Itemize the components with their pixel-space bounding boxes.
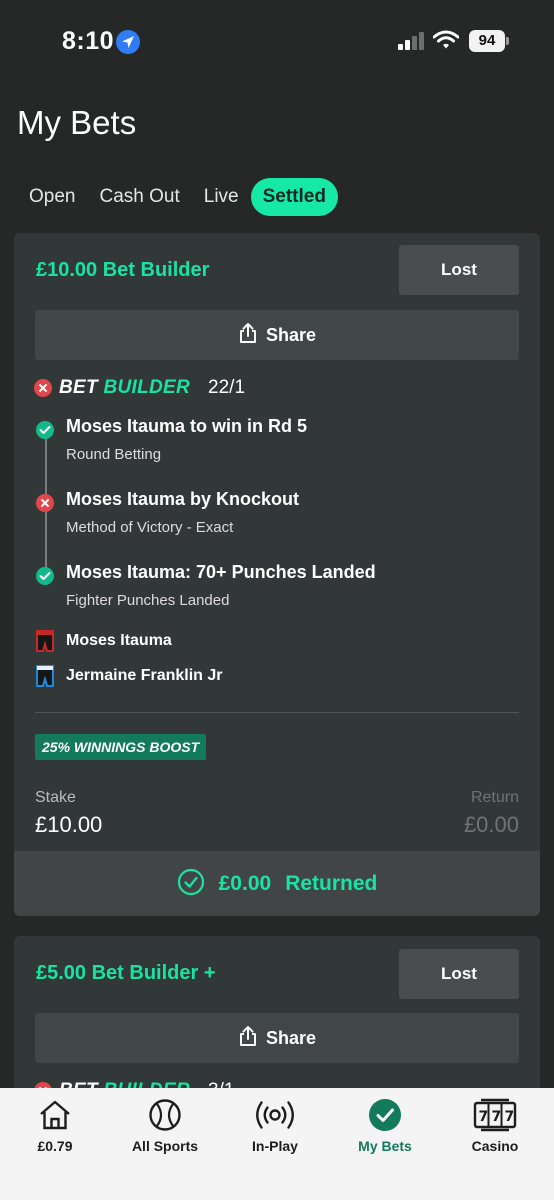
home-icon xyxy=(0,1098,110,1132)
nav-home[interactable]: £0.79 xyxy=(0,1098,110,1154)
check-circle-icon xyxy=(177,868,204,896)
page-title: My Bets xyxy=(17,104,137,141)
svg-text:7: 7 xyxy=(492,1109,502,1125)
bet-builder-header: BET BUILDER 22/1 xyxy=(34,376,245,400)
nav-all-sports[interactable]: All Sports xyxy=(110,1098,220,1154)
leg-selection: Moses Itauma by Knockout xyxy=(66,489,300,509)
stake-value: £10.00 xyxy=(35,812,103,837)
return-label: Return xyxy=(470,789,519,806)
bet-title: £10.00 Bet Builder xyxy=(36,259,210,281)
won-check-icon xyxy=(36,567,54,585)
bet-tabs: Open Cash Out Live Settled xyxy=(17,178,338,216)
leg-market: Method of Victory - Exact xyxy=(66,519,234,536)
nav-label: In-Play xyxy=(252,1138,298,1154)
returned-amount: £0.00 xyxy=(218,872,272,895)
nav-label: All Sports xyxy=(131,1138,199,1154)
bottom-nav: £0.79 All Sports In-Play My Bets 777 Cas… xyxy=(0,1088,554,1200)
cellular-signal-icon xyxy=(398,32,426,50)
battery-indicator: 94 xyxy=(469,30,505,52)
bet-odds: 22/1 xyxy=(208,377,246,398)
tab-settled[interactable]: Settled xyxy=(250,178,338,216)
nav-my-bets[interactable]: My Bets xyxy=(330,1098,440,1154)
bet-status-lost-button[interactable]: Lost xyxy=(399,245,519,295)
bet-status-lost-button[interactable]: Lost xyxy=(399,949,519,999)
svg-text:7: 7 xyxy=(505,1109,515,1125)
returned-label: Returned xyxy=(285,872,378,895)
leg-selection: Moses Itauma: 70+ Punches Landed xyxy=(66,562,376,582)
returned-bar: £0.00 Returned xyxy=(14,851,540,916)
fighter-name: Jermaine Franklin Jr xyxy=(66,667,223,684)
ball-icon xyxy=(110,1098,220,1132)
battery-tip xyxy=(506,37,509,45)
share-label: Share xyxy=(265,1028,317,1048)
svg-text:7: 7 xyxy=(479,1109,489,1125)
winnings-boost-badge: 25% WINNINGS BOOST xyxy=(35,734,207,760)
nav-in-play[interactable]: In-Play xyxy=(220,1098,330,1154)
boxing-shorts-icon xyxy=(36,630,54,652)
lost-cross-icon xyxy=(34,379,52,397)
nav-label: £0.79 xyxy=(37,1138,73,1154)
boxing-shorts-icon xyxy=(36,665,54,687)
tab-cash-out[interactable]: Cash Out xyxy=(87,178,191,216)
share-icon xyxy=(239,1026,256,1046)
check-circle-icon xyxy=(330,1098,440,1132)
nav-label: Casino xyxy=(471,1138,519,1154)
nav-casino[interactable]: 777 Casino xyxy=(440,1098,550,1154)
return-value: £0.00 xyxy=(463,812,519,837)
lost-cross-icon xyxy=(36,494,54,512)
slot-machine-icon: 777 xyxy=(440,1098,550,1132)
tab-open[interactable]: Open xyxy=(17,178,87,216)
status-bar: 8:10 94 xyxy=(0,0,554,84)
status-time: 8:10 xyxy=(62,27,115,55)
share-label: Share xyxy=(265,325,317,345)
bet-builder-logo: BET BUILDER xyxy=(59,377,191,398)
bet-title: £5.00 Bet Builder + xyxy=(36,962,216,984)
won-check-icon xyxy=(36,421,54,439)
divider xyxy=(35,712,519,713)
stake-label: Stake xyxy=(35,789,76,806)
share-button[interactable]: Share xyxy=(35,1013,519,1063)
leg-market: Round Betting xyxy=(66,446,162,463)
fighter-name: Moses Itauma xyxy=(66,632,172,649)
leg-selection: Moses Itauma to win in Rd 5 xyxy=(66,416,308,436)
broadcast-icon xyxy=(220,1098,330,1132)
wifi-icon xyxy=(432,30,460,55)
share-icon xyxy=(239,323,256,343)
location-arrow-icon xyxy=(116,30,140,54)
bet-card: £10.00 Bet Builder Lost Share BET BUILDE… xyxy=(14,233,540,916)
bet-card: £5.00 Bet Builder + Lost Share BET BUILD… xyxy=(14,936,540,1106)
nav-label: My Bets xyxy=(358,1138,412,1154)
share-button[interactable]: Share xyxy=(35,310,519,360)
tab-live[interactable]: Live xyxy=(192,178,251,216)
leg-market: Fighter Punches Landed xyxy=(66,592,230,609)
